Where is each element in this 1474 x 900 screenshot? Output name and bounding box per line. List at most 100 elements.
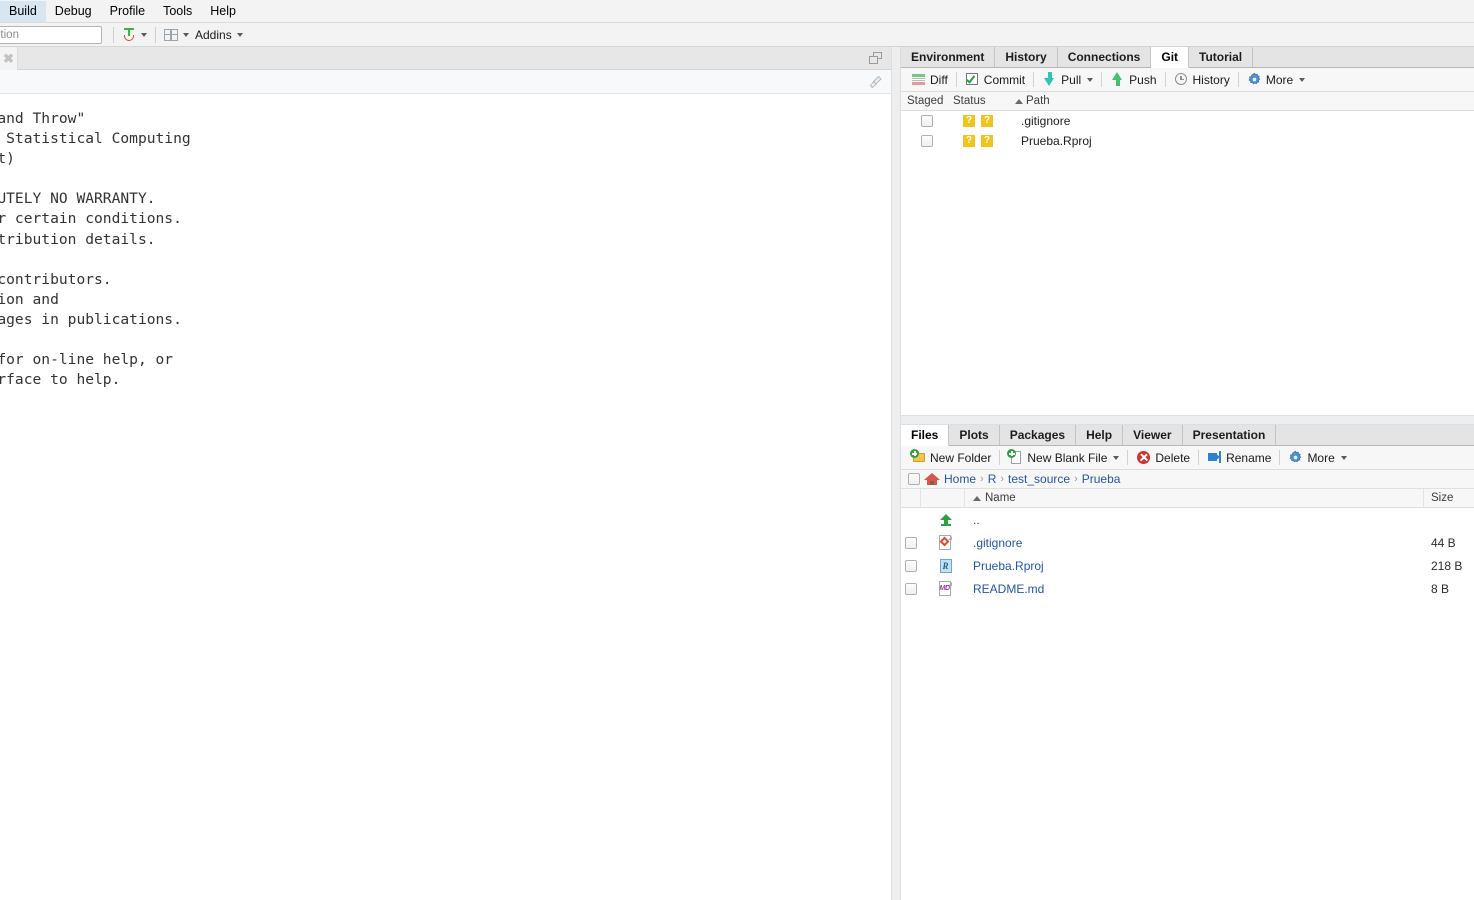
up-arrow-icon xyxy=(921,513,965,527)
git-history-label: History xyxy=(1192,72,1230,87)
menu-item-tools[interactable]: Tools xyxy=(154,1,201,22)
breadcrumb-separator: › xyxy=(1074,473,1078,485)
clear-console-broom-icon[interactable] xyxy=(868,75,883,90)
push-arrow-up-icon xyxy=(1110,72,1125,87)
git-column-staged[interactable]: Staged xyxy=(901,95,953,107)
file-checkbox[interactable] xyxy=(901,559,921,572)
new-folder-button[interactable]: New Folder xyxy=(907,448,995,468)
tab-presentation[interactable]: Presentation xyxy=(1182,425,1277,445)
table-row[interactable]: ? ? Prueba.Rproj xyxy=(901,131,1474,151)
status-badge: ? xyxy=(981,135,993,147)
git-more-button[interactable]: More xyxy=(1243,70,1309,90)
git-more-label: More xyxy=(1265,72,1294,87)
breadcrumb-item-test-source[interactable]: test_source xyxy=(1008,472,1070,486)
console-toolbar xyxy=(0,70,891,94)
table-row[interactable]: ? ? .gitignore xyxy=(901,111,1474,131)
list-item[interactable]: R Prueba.Rproj 218 B xyxy=(901,554,1474,577)
git-push-button[interactable]: Push xyxy=(1106,70,1160,90)
git-history-button[interactable]: History xyxy=(1170,70,1234,90)
horizontal-pane-splitter[interactable] xyxy=(901,415,1474,425)
file-name[interactable]: .gitignore xyxy=(965,536,1424,550)
chevron-down-icon xyxy=(236,32,243,37)
delete-button[interactable]: Delete xyxy=(1132,448,1194,468)
chevron-down-icon[interactable] xyxy=(1113,455,1120,460)
console-tab-close-button[interactable]: ✖ xyxy=(0,47,18,70)
workspace-panes-button[interactable] xyxy=(161,25,192,45)
tab-files[interactable]: Files xyxy=(901,425,950,446)
list-item[interactable]: .. xyxy=(901,508,1474,531)
files-table-header: Name Size xyxy=(901,488,1474,508)
files-column-checkbox xyxy=(901,488,921,508)
breadcrumb-separator: › xyxy=(980,473,984,485)
file-size: 8 B xyxy=(1431,581,1450,596)
list-item[interactable]: .gitignore 44 B xyxy=(901,531,1474,554)
git-staged-checkbox[interactable] xyxy=(901,115,953,127)
file-checkbox[interactable] xyxy=(901,536,921,549)
close-icon: ✖ xyxy=(3,51,14,66)
gear-icon xyxy=(1247,72,1262,87)
delete-label: Delete xyxy=(1155,450,1191,465)
tab-packages[interactable]: Packages xyxy=(999,425,1077,445)
file-size: 44 B xyxy=(1431,535,1456,550)
git-commit-button[interactable]: Commit xyxy=(961,70,1029,90)
files-more-button[interactable]: More xyxy=(1284,448,1350,468)
chevron-down-icon[interactable] xyxy=(1299,77,1306,82)
tab-help[interactable]: Help xyxy=(1076,425,1124,445)
toolbar-divider-1 xyxy=(113,26,114,43)
git-staged-checkbox[interactable] xyxy=(901,135,953,147)
tab-tutorial[interactable]: Tutorial xyxy=(1189,47,1254,67)
breadcrumb-item-r[interactable]: R xyxy=(988,472,997,486)
menu-item-debug[interactable]: Debug xyxy=(46,1,101,22)
clock-icon xyxy=(1174,72,1189,87)
git-diff-button[interactable]: Diff xyxy=(907,70,952,90)
chevron-down-icon[interactable] xyxy=(1340,455,1347,460)
gear-icon xyxy=(1288,450,1303,465)
console-output-text: 03-31) -- "Shake and Throw" R Foundation… xyxy=(0,110,191,389)
list-item[interactable]: MD README.md 8 B xyxy=(901,577,1474,600)
git-toolbar-divider-3 xyxy=(1101,72,1103,87)
pull-arrow-down-icon xyxy=(1042,72,1057,87)
addins-button[interactable]: Addins xyxy=(192,25,246,45)
tab-git[interactable]: Git xyxy=(1151,47,1190,68)
git-toolbar: Diff Commit Pull Push History More xyxy=(901,68,1474,92)
file-checkbox[interactable] xyxy=(901,582,921,595)
sort-ascending-icon xyxy=(973,495,981,501)
menu-item-build[interactable]: Build xyxy=(0,0,46,22)
git-pane: Environment History Connections Git Tuto… xyxy=(901,47,1474,415)
version-control-button[interactable] xyxy=(119,25,150,45)
tab-connections[interactable]: Connections xyxy=(1057,47,1152,67)
tab-plots[interactable]: Plots xyxy=(949,425,1000,445)
breadcrumb-item-home[interactable]: Home xyxy=(944,472,976,486)
tab-history[interactable]: History xyxy=(995,47,1058,67)
files-column-size[interactable]: Size xyxy=(1424,492,1474,504)
console-output-area[interactable]: 03-31) -- "Shake and Throw" R Foundation… xyxy=(0,95,891,900)
git-file-list: ? ? .gitignore ? ? Prueba.Rproj xyxy=(901,111,1474,415)
file-name[interactable]: Prueba.Rproj xyxy=(965,559,1424,573)
git-path-cell: .gitignore xyxy=(1021,114,1071,128)
files-column-name[interactable]: Name xyxy=(965,488,1424,508)
home-icon[interactable] xyxy=(924,472,940,486)
file-name[interactable]: .. xyxy=(965,513,1424,527)
breadcrumb: Home › R › test_source › Prueba xyxy=(901,470,1474,489)
go-to-file-function-input[interactable]: to file/function xyxy=(0,26,102,44)
git-column-path[interactable]: Path xyxy=(1015,95,1050,107)
rename-button[interactable]: Rename xyxy=(1203,448,1275,468)
git-toolbar-divider-4 xyxy=(1164,72,1166,87)
vertical-pane-splitter[interactable] xyxy=(891,47,901,900)
git-column-status[interactable]: Status xyxy=(953,95,1015,107)
menu-item-profile[interactable]: Profile xyxy=(101,1,154,22)
tab-environment[interactable]: Environment xyxy=(901,47,996,67)
file-name[interactable]: README.md xyxy=(965,582,1424,596)
maximize-icon[interactable] xyxy=(869,52,883,65)
git-pull-button[interactable]: Pull xyxy=(1038,70,1097,90)
chevron-down-icon[interactable] xyxy=(1087,77,1094,82)
files-toolbar-divider-2 xyxy=(1127,450,1129,465)
new-blank-file-label: New Blank File xyxy=(1027,450,1108,465)
tab-viewer[interactable]: Viewer xyxy=(1123,425,1183,445)
rename-icon xyxy=(1207,450,1222,465)
select-all-files-checkbox[interactable] xyxy=(908,473,920,485)
main-toolbar: to file/function Addins xyxy=(0,23,1474,47)
breadcrumb-item-prueba[interactable]: Prueba xyxy=(1082,472,1121,486)
new-blank-file-button[interactable]: New Blank File xyxy=(1004,448,1123,468)
menu-item-help[interactable]: Help xyxy=(201,1,245,22)
